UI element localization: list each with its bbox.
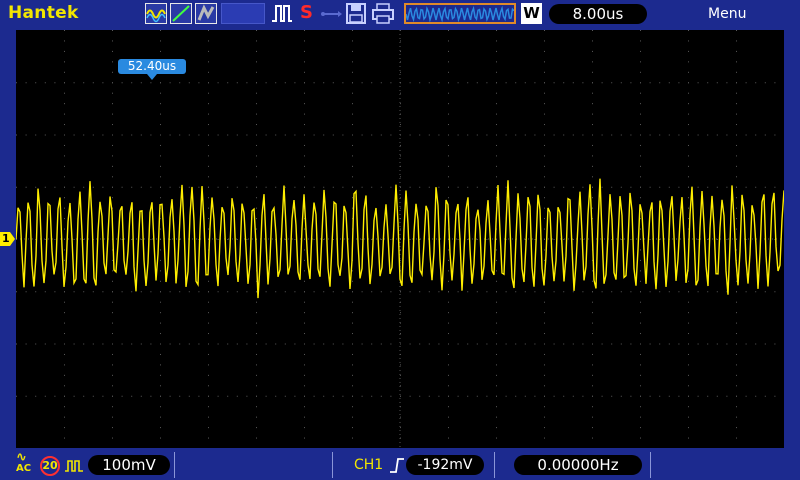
- bandwidth-limit-badge[interactable]: 20: [40, 456, 60, 476]
- sine-wave-icon[interactable]: [145, 3, 167, 24]
- waveform-display[interactable]: 52.40us: [16, 30, 784, 448]
- persistence-icon[interactable]: [195, 3, 217, 24]
- status-blank-slot: [221, 3, 265, 24]
- brand-logo: Hantek: [8, 3, 79, 23]
- save-icon[interactable]: [345, 3, 367, 24]
- vector-mode-icon[interactable]: [170, 3, 192, 24]
- trigger-source[interactable]: CH1: [354, 457, 383, 473]
- pulse-pattern-icon: [64, 458, 84, 474]
- print-icon[interactable]: [371, 3, 395, 24]
- ch1-volt-scale[interactable]: 100mV: [88, 455, 170, 475]
- divider: [650, 452, 651, 478]
- rising-edge-icon[interactable]: [389, 456, 405, 474]
- usb-icon: [320, 3, 342, 24]
- menu-button[interactable]: Menu: [708, 6, 746, 22]
- ch1-marker-label: 1: [2, 232, 10, 245]
- divider: [494, 452, 495, 478]
- trigger-level-readout[interactable]: -192mV: [406, 455, 484, 475]
- timebase-readout[interactable]: 8.00us: [549, 4, 647, 24]
- divider: [174, 452, 175, 478]
- coupling-indicator[interactable]: ∿ AC: [16, 451, 36, 474]
- coupling-label: AC: [16, 463, 32, 474]
- top-toolbar: Hantek S W 8.00us Menu: [0, 0, 800, 30]
- trigger-position-arrow: [147, 74, 157, 80]
- run-stop-indicator[interactable]: S: [300, 2, 313, 23]
- ch1-ground-marker[interactable]: 1: [0, 231, 16, 246]
- trigger-position-label[interactable]: 52.40us: [118, 59, 186, 74]
- window-mode-badge[interactable]: W: [521, 3, 542, 24]
- divider: [332, 452, 333, 478]
- frequency-readout[interactable]: 0.00000Hz: [514, 455, 642, 475]
- timebase-overview-strip[interactable]: [404, 3, 516, 24]
- pulse-trigger-icon[interactable]: [270, 3, 294, 24]
